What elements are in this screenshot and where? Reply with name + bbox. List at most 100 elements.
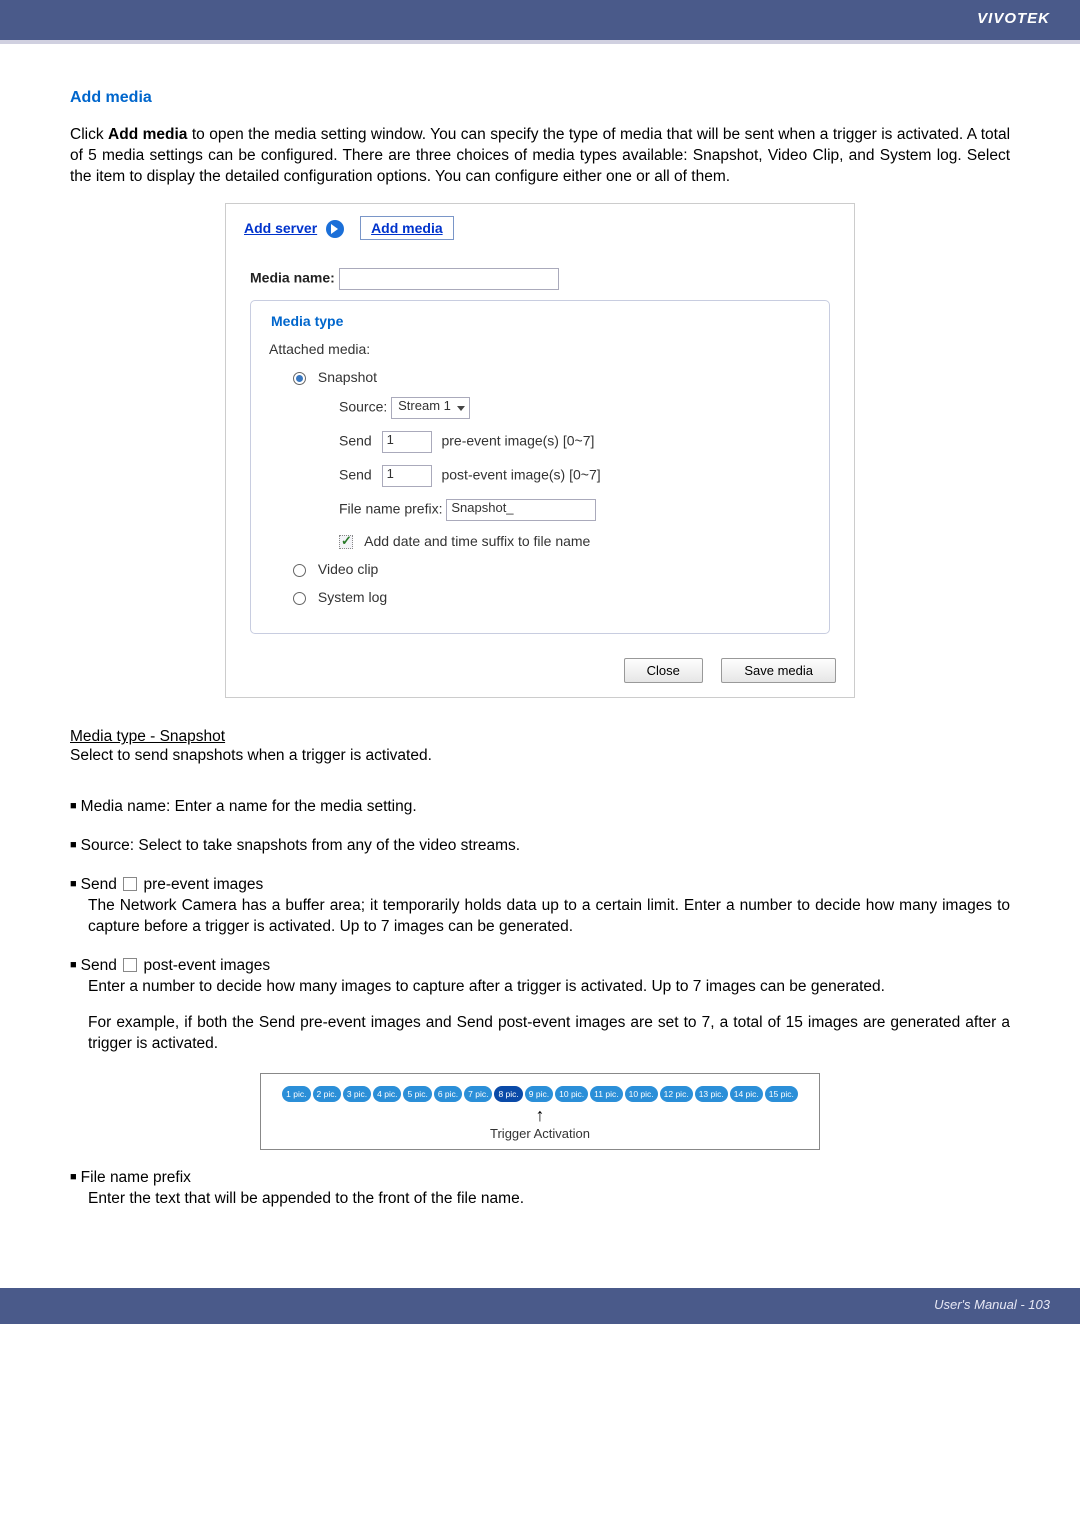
- radio-syslog-row[interactable]: System log: [293, 589, 811, 605]
- diagram-pill: 3 pic.: [343, 1086, 371, 1102]
- media-name-input[interactable]: [339, 268, 559, 290]
- add-server-link[interactable]: Add server: [244, 220, 317, 236]
- diagram-pill: 11 pic.: [590, 1086, 622, 1102]
- bullet-3-tail: pre-event images: [139, 876, 263, 893]
- bullet-3-lead: Send: [81, 876, 122, 893]
- bullet-list: ■ Media name: Enter a name for the media …: [70, 797, 1010, 1210]
- footer-text: User's Manual - 103: [934, 1297, 1050, 1312]
- inline-input-placeholder: [123, 877, 137, 891]
- source-label: Source:: [339, 398, 387, 414]
- diagram-pill: 12 pic.: [660, 1086, 693, 1102]
- suffix-row[interactable]: Add date and time suffix to file name: [339, 533, 811, 549]
- snapshot-settings: Source: Stream 1 Send 1 pre-event image(…: [339, 397, 811, 549]
- add-suffix-checkbox[interactable]: [339, 535, 353, 549]
- add-media-label: Add media: [371, 220, 443, 236]
- source-select[interactable]: Stream 1: [391, 397, 470, 419]
- bullet-2-text: Source: Select to take snapshots from an…: [81, 837, 520, 854]
- diagram-pill: 10 pic.: [555, 1086, 588, 1102]
- radio-snapshot-row[interactable]: Snapshot: [293, 369, 811, 385]
- diagram-pill: 1 pic.: [282, 1086, 310, 1102]
- dialog-top-row: Add server Add media: [226, 204, 854, 248]
- bullet-icon: ■: [70, 959, 77, 971]
- radio-video-row[interactable]: Video clip: [293, 561, 811, 577]
- snapshot-subheading: Media type - Snapshot: [70, 728, 1010, 746]
- save-media-button[interactable]: Save media: [721, 658, 836, 683]
- intro-bold: Add media: [108, 126, 187, 143]
- fieldset-legend: Media type: [265, 313, 349, 329]
- diagram-pill: 2 pic.: [313, 1086, 341, 1102]
- page-content: Add media Click Add media to open the me…: [0, 44, 1080, 1288]
- intro-prefix: Click: [70, 126, 108, 143]
- add-media-button[interactable]: Add media: [360, 216, 454, 240]
- diagram-pill: 5 pic.: [403, 1086, 431, 1102]
- bullet-4-sub1: Enter a number to decide how many images…: [88, 977, 1010, 998]
- bullet-icon: ■: [70, 1171, 77, 1183]
- diagram-pill: 13 pic.: [695, 1086, 728, 1102]
- header-bar: VIVOTEK: [0, 0, 1080, 40]
- trigger-diagram: 1 pic.2 pic.3 pic.4 pic.5 pic.6 pic.7 pi…: [260, 1073, 820, 1150]
- bullet-4-sub2: For example, if both the Send pre-event …: [88, 1013, 1010, 1055]
- bullet-5-text: File name prefix: [81, 1169, 191, 1186]
- radio-video[interactable]: [293, 564, 306, 577]
- bullet-source: ■ Source: Select to take snapshots from a…: [70, 836, 1010, 857]
- dialog-body: Media name: Media type Attached media: S…: [226, 248, 854, 648]
- post-event-input[interactable]: 1: [382, 465, 432, 487]
- intro-rest: to open the media setting window. You ca…: [70, 126, 1010, 185]
- add-suffix-label: Add date and time suffix to file name: [364, 533, 590, 549]
- bullet-pre-event: ■ Send pre-event images The Network Camer…: [70, 875, 1010, 938]
- send-label-1: Send: [339, 432, 372, 448]
- diagram-pill: 7 pic.: [464, 1086, 492, 1102]
- play-icon[interactable]: [326, 220, 344, 238]
- diagram-label: Trigger Activation: [275, 1126, 805, 1141]
- diagram-pill: 6 pic.: [434, 1086, 462, 1102]
- post-event-row: Send 1 post-event image(s) [0~7]: [339, 465, 811, 487]
- media-name-label: Media name:: [250, 269, 335, 285]
- prefix-input[interactable]: Snapshot_: [446, 499, 596, 521]
- prefix-label: File name prefix:: [339, 500, 442, 516]
- bullet-4-lead: Send: [81, 957, 122, 974]
- pill-row: 1 pic.2 pic.3 pic.4 pic.5 pic.6 pic.7 pi…: [275, 1084, 805, 1102]
- bullet-post-event: ■ Send post-event images Enter a number t…: [70, 956, 1010, 1056]
- diagram-pill: 14 pic.: [730, 1086, 763, 1102]
- radio-syslog[interactable]: [293, 592, 306, 605]
- radio-snapshot[interactable]: [293, 372, 306, 385]
- diagram-pill: 4 pic.: [373, 1086, 401, 1102]
- diagram-pill: 8 pic.: [494, 1086, 522, 1102]
- bullet-4-tail: post-event images: [139, 957, 270, 974]
- inline-input-placeholder: [123, 958, 137, 972]
- media-type-fieldset: Media type Attached media: Snapshot Sour…: [250, 300, 830, 634]
- close-button[interactable]: Close: [624, 658, 703, 683]
- footer-bar: User's Manual - 103: [0, 1288, 1080, 1324]
- post-event-suffix: post-event image(s) [0~7]: [441, 466, 600, 482]
- attached-media-label: Attached media:: [269, 341, 811, 357]
- pre-event-input[interactable]: 1: [382, 431, 432, 453]
- send-label-2: Send: [339, 466, 372, 482]
- pre-event-suffix: pre-event image(s) [0~7]: [441, 432, 594, 448]
- media-name-row: Media name:: [250, 268, 830, 290]
- radio-video-label: Video clip: [318, 561, 378, 577]
- pre-event-row: Send 1 pre-event image(s) [0~7]: [339, 431, 811, 453]
- brand-text: VIVOTEK: [977, 10, 1050, 27]
- source-row: Source: Stream 1: [339, 397, 811, 419]
- bullet-1-text: Media name: Enter a name for the media s…: [81, 798, 417, 815]
- arrow-up-icon: ↑: [275, 1106, 805, 1124]
- bullet-3-sub: The Network Camera has a buffer area; it…: [88, 896, 1010, 938]
- source-value: Stream 1: [398, 398, 451, 413]
- prefix-row: File name prefix: Snapshot_: [339, 499, 811, 521]
- bullet-icon: ■: [70, 878, 77, 890]
- section-title: Add media: [70, 89, 1010, 107]
- media-dialog: Add server Add media Media name: Media t…: [225, 203, 855, 698]
- dialog-buttons: Close Save media: [226, 648, 854, 697]
- bullet-icon: ■: [70, 800, 77, 812]
- diagram-pill: 10 pic.: [625, 1086, 658, 1102]
- diagram-pill: 9 pic.: [525, 1086, 553, 1102]
- bullet-media-name: ■ Media name: Enter a name for the media …: [70, 797, 1010, 818]
- bullet-filename-prefix: ■ File name prefix Enter the text that wi…: [70, 1168, 1010, 1210]
- snapshot-subtext: Select to send snapshots when a trigger …: [70, 746, 1010, 767]
- diagram-pill: 15 pic.: [765, 1086, 798, 1102]
- bullet-icon: ■: [70, 839, 77, 851]
- radio-syslog-label: System log: [318, 589, 387, 605]
- radio-snapshot-label: Snapshot: [318, 369, 377, 385]
- intro-paragraph: Click Add media to open the media settin…: [70, 125, 1010, 188]
- bullet-5-sub: Enter the text that will be appended to …: [88, 1189, 1010, 1210]
